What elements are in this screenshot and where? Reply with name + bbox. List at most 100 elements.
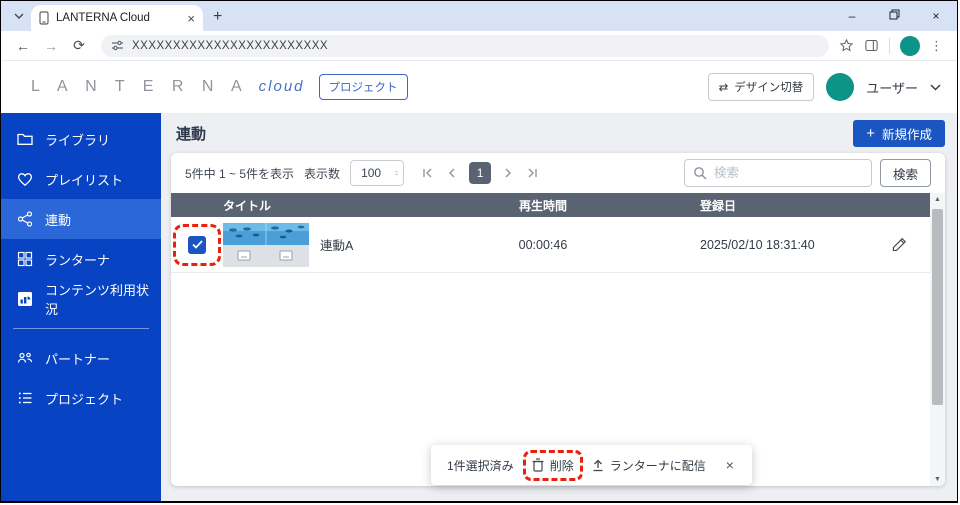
col-header-title: タイトル xyxy=(223,198,272,213)
swap-arrows-icon: ⇄ xyxy=(718,82,729,94)
col-header-registered: 登録日 xyxy=(700,198,737,213)
create-new-label: 新規作成 xyxy=(881,127,932,142)
bookmark-star-icon[interactable] xyxy=(839,38,854,53)
first-page-icon[interactable] xyxy=(422,167,435,179)
delete-label: 削除 xyxy=(549,458,574,473)
sidebar-divider xyxy=(13,328,149,329)
sidebar: ライブラリ プレイリスト 連動 ランターナ コンテンツ利用状況 パートナー プロ… xyxy=(1,113,161,501)
toolbar-separator xyxy=(889,37,890,54)
distribute-button[interactable]: ランターナに配信 xyxy=(592,457,706,474)
new-tab-button[interactable]: + xyxy=(213,9,222,25)
chart-icon xyxy=(16,290,34,308)
next-page-icon[interactable] xyxy=(504,167,512,179)
logo-lanterna: L A N T E R N A xyxy=(31,78,249,95)
result-summary: 5件中 1 ~ 5件を表示 xyxy=(185,166,295,181)
delete-button[interactable]: 削除 xyxy=(522,449,583,481)
search-icon xyxy=(693,166,707,180)
row-thumbnail xyxy=(223,222,309,267)
row-checkbox-checked[interactable] xyxy=(188,235,206,254)
browser-actions: ⋮ xyxy=(839,35,947,56)
tab-search-chevron-icon[interactable] xyxy=(9,6,29,26)
sidebar-item-label: 連動 xyxy=(45,212,72,228)
sidebar-item-label: ライブラリ xyxy=(45,132,111,148)
reload-icon[interactable]: ⟳ xyxy=(67,37,91,54)
scroll-up-icon[interactable]: ▲ xyxy=(930,196,945,203)
sidebar-item-content-usage[interactable]: コンテンツ利用状況 xyxy=(1,279,161,319)
sidebar-item-label: プレイリスト xyxy=(45,172,124,188)
user-avatar[interactable] xyxy=(826,73,855,101)
forward-icon[interactable]: → xyxy=(39,38,63,54)
selected-count: 1件選択済み xyxy=(447,458,514,473)
edit-pencil-icon[interactable] xyxy=(868,235,930,254)
browser-toolbar: ← → ⟳ XXXXXXXXXXXXXXXXXXXXXXXX ⋮ xyxy=(1,31,957,61)
col-header-duration: 再生時間 xyxy=(518,198,567,213)
heart-icon xyxy=(16,170,34,188)
app-header: L A N T E R N A cloud プロジェクト ⇄ デザイン切替 ユー… xyxy=(1,61,957,113)
back-icon[interactable]: ← xyxy=(11,38,35,54)
share-icon xyxy=(16,210,34,228)
design-switch-button[interactable]: ⇄ デザイン切替 xyxy=(707,73,815,101)
per-page-stepper[interactable] xyxy=(350,160,405,186)
vertical-scrollbar[interactable]: ▲ ▼ xyxy=(930,193,945,486)
plus-icon: + xyxy=(866,124,875,142)
table-header-row: タイトル 再生時間 登録日 xyxy=(171,193,930,217)
restore-button[interactable] xyxy=(873,9,915,23)
browser-profile-avatar[interactable] xyxy=(900,35,920,56)
upload-icon xyxy=(592,459,604,472)
folder-icon xyxy=(16,130,34,148)
sidebar-item-rendou-active[interactable]: 連動 xyxy=(1,199,161,239)
sidebar-item-lanterna[interactable]: ランターナ xyxy=(1,239,161,279)
scrollbar-thumb[interactable] xyxy=(932,209,943,405)
scroll-down-icon[interactable]: ▼ xyxy=(930,476,945,483)
create-new-button[interactable]: + 新規作成 xyxy=(853,119,945,147)
sidebar-item-playlist[interactable]: プレイリスト xyxy=(1,159,161,199)
per-page-label: 表示数 xyxy=(304,166,341,181)
selection-close-icon[interactable]: × xyxy=(724,457,736,473)
prev-page-icon[interactable] xyxy=(448,167,456,179)
sidebar-item-label: ランターナ xyxy=(45,252,111,268)
sidebar-item-partner[interactable]: パートナー xyxy=(1,338,161,378)
app-logo: L A N T E R N A cloud xyxy=(31,78,305,96)
user-name: ユーザー xyxy=(866,80,918,96)
trash-icon xyxy=(532,458,544,472)
sidebar-item-library[interactable]: ライブラリ xyxy=(1,119,161,159)
tab-close-icon[interactable]: × xyxy=(187,12,195,25)
per-page-input[interactable] xyxy=(361,166,390,180)
tab-strip: LANTERNA Cloud × + – × xyxy=(1,1,957,31)
search-button[interactable]: 検索 xyxy=(879,159,931,187)
table: タイトル 再生時間 登録日 連動A 00:00:46 2025/02/10 18… xyxy=(171,193,930,273)
sidebar-item-label: パートナー xyxy=(45,351,111,367)
user-menu-chevron-icon[interactable] xyxy=(930,84,941,91)
project-button[interactable]: プロジェクト xyxy=(318,74,408,100)
list-toolbar: 5件中 1 ~ 5件を表示 表示数 100 1 検索 検索 xyxy=(171,153,945,193)
row-duration: 00:00:46 xyxy=(518,237,568,252)
sidebar-item-project[interactable]: プロジェクト xyxy=(1,378,161,418)
side-panel-icon[interactable] xyxy=(864,38,879,53)
tab-title: LANTERNA Cloud xyxy=(56,12,150,24)
design-switch-label: デザイン切替 xyxy=(734,82,804,94)
list-icon xyxy=(16,389,34,407)
table-row[interactable]: 連動A 00:00:46 2025/02/10 18:31:40 xyxy=(171,217,930,273)
browser-menu-icon[interactable]: ⋮ xyxy=(930,38,943,54)
people-icon xyxy=(16,349,34,367)
sidebar-item-label: プロジェクト xyxy=(45,391,124,407)
browser-tab[interactable]: LANTERNA Cloud × xyxy=(31,5,203,31)
last-page-icon[interactable] xyxy=(525,167,538,179)
tab-favicon-device-icon xyxy=(39,11,49,25)
row-title[interactable]: 連動A xyxy=(320,235,353,254)
search-input[interactable] xyxy=(713,166,863,180)
distribute-label: ランターナに配信 xyxy=(609,458,706,473)
minimize-button[interactable]: – xyxy=(831,9,873,23)
stepper-arrows-icon[interactable] xyxy=(395,167,398,179)
search-field[interactable] xyxy=(683,159,872,187)
close-window-button[interactable]: × xyxy=(915,9,957,23)
window-controls: – × xyxy=(831,1,957,31)
grid-icon xyxy=(16,250,34,268)
logo-cloud: cloud xyxy=(258,78,305,95)
site-settings-icon[interactable] xyxy=(111,39,124,52)
selection-toolbar: 1件選択済み 削除 ランターナに配信 × xyxy=(431,445,752,485)
pager: 1 xyxy=(422,162,538,184)
current-page-chip[interactable]: 1 xyxy=(469,162,492,184)
list-card: 5件中 1 ~ 5件を表示 表示数 100 1 検索 検索 タイトル 再生時間 … xyxy=(171,153,945,486)
address-bar[interactable]: XXXXXXXXXXXXXXXXXXXXXXXX xyxy=(101,34,829,57)
